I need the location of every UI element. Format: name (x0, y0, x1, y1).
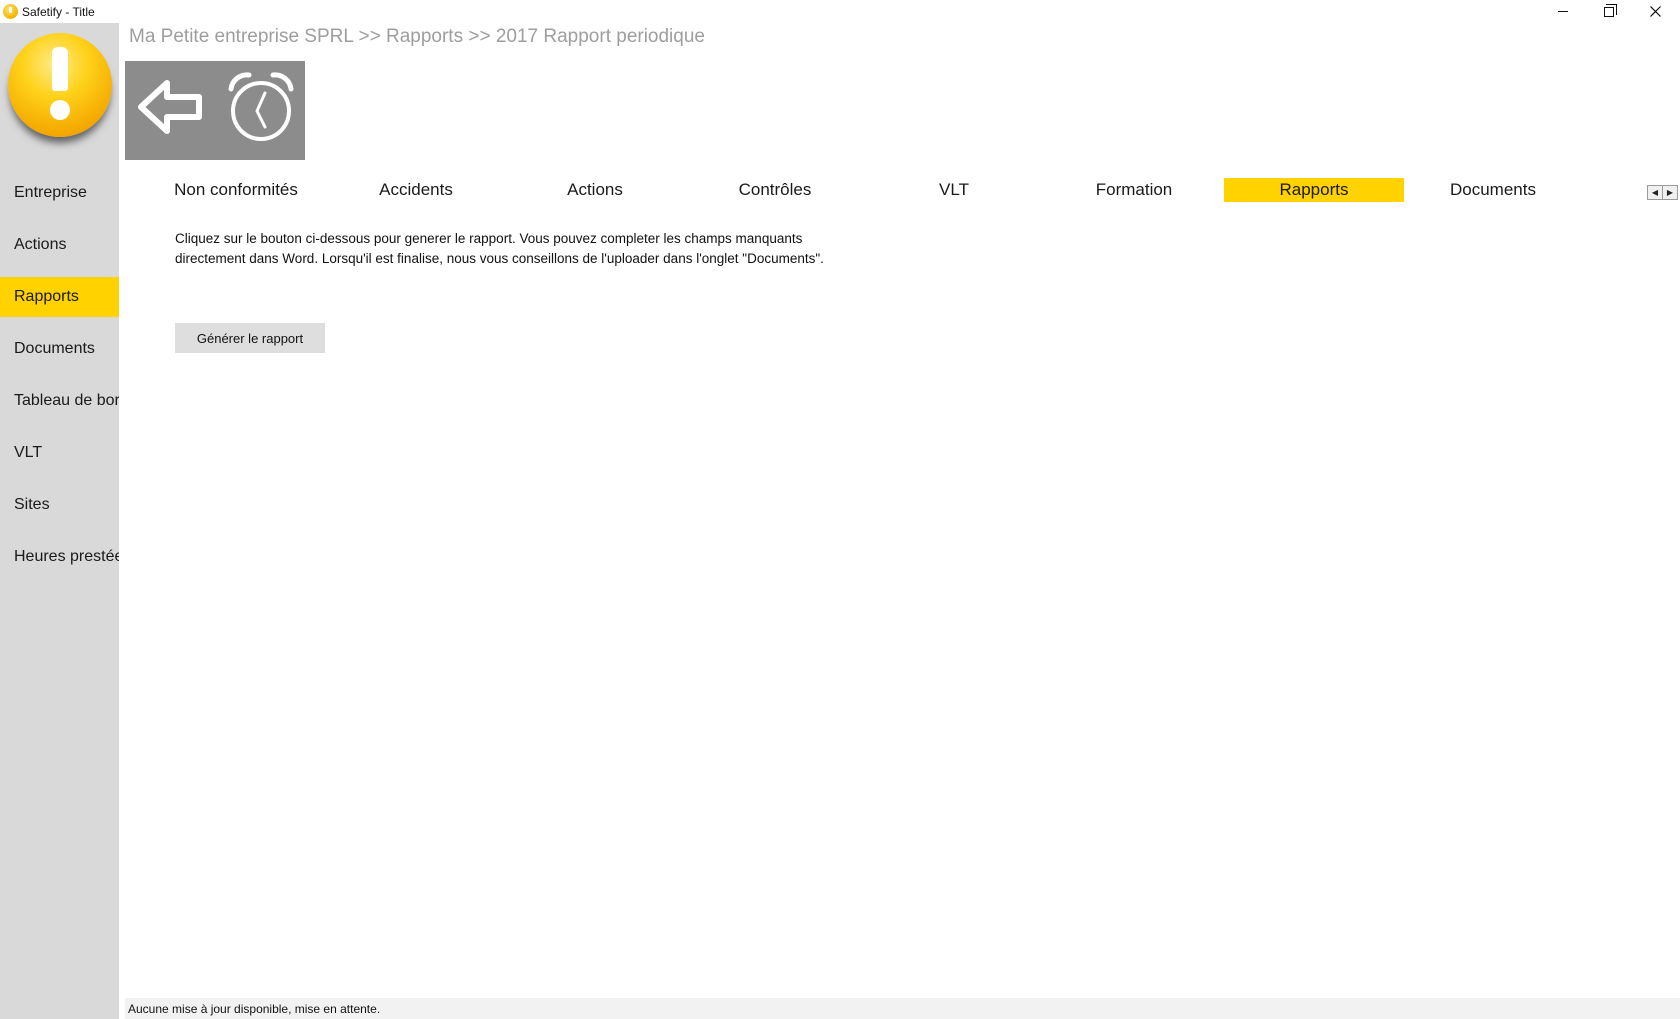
reminder-button[interactable] (221, 67, 301, 147)
tab-scroll-right-icon[interactable]: ▶ (1662, 186, 1677, 199)
alarm-clock-icon (228, 72, 294, 141)
close-button[interactable] (1632, 0, 1678, 23)
sidebar-item-label: Actions (14, 236, 67, 253)
title-bar: Safetify - Title (0, 0, 1680, 23)
sidebar-item-label: VLT (14, 444, 43, 461)
sidebar-item-tableau-de-bord[interactable]: Tableau de bord (0, 381, 119, 421)
tab-scroll-buttons: ◀ ▶ (1647, 185, 1678, 200)
sidebar-item-label: Sites (14, 496, 50, 513)
tab-label: VLT (939, 180, 969, 199)
status-text: Aucune mise à jour disponible, mise en a… (128, 1001, 381, 1016)
tab-vlt[interactable]: VLT (864, 178, 1044, 202)
restore-button[interactable] (1586, 0, 1632, 23)
sidebar: Entreprise Actions Rapports Documents Ta… (0, 23, 119, 1019)
tab-actions[interactable]: Actions (505, 178, 685, 202)
window-title: Safetify - Title (22, 5, 95, 19)
breadcrumb: Ma Petite entreprise SPRL >> Rapports >>… (129, 26, 705, 47)
instructions-line-1: Cliquez sur le bouton ci-dessous pour ge… (175, 231, 803, 246)
tab-non-conformites[interactable]: Non conformités (146, 178, 326, 202)
tab-label: Formation (1095, 180, 1173, 199)
tab-accidents[interactable]: Accidents (326, 178, 506, 202)
tab-label: Contrôles (738, 180, 812, 199)
sidebar-item-label: Entreprise (14, 184, 87, 201)
tab-label: Rapports (1279, 180, 1349, 199)
logo-dot (50, 100, 70, 120)
tab-rapports[interactable]: Rapports (1224, 178, 1404, 202)
status-bar: Aucune mise à jour disponible, mise en a… (125, 998, 1680, 1019)
back-arrow-icon (138, 80, 202, 134)
instructions-line-2: directement dans Word. Lorsqu'il est fin… (175, 250, 824, 266)
logo-bar (52, 47, 68, 91)
tab-label: Documents (1450, 180, 1536, 199)
tab-scroll-left-icon[interactable]: ◀ (1648, 186, 1662, 199)
sidebar-item-actions[interactable]: Actions (0, 225, 119, 265)
minimize-icon (1558, 11, 1568, 12)
sidebar-item-documents[interactable]: Documents (0, 329, 119, 369)
tab-documents[interactable]: Documents (1403, 178, 1583, 202)
sidebar-item-vlt[interactable]: VLT (0, 433, 119, 473)
exclamation-logo-icon (8, 33, 112, 137)
tab-label: Non conformités (174, 180, 298, 199)
sidebar-item-label: Rapports (14, 288, 79, 305)
tab-controles[interactable]: Contrôles (685, 178, 865, 202)
tab-label: Actions (567, 180, 623, 199)
close-icon (1649, 6, 1661, 17)
toolbar (125, 61, 305, 160)
sidebar-item-label: Heures prestées (14, 548, 119, 565)
sidebar-item-label: Documents (14, 340, 95, 357)
report-instructions: Cliquez sur le bouton ci-dessous pour ge… (175, 229, 875, 268)
sidebar-item-heures-prestees[interactable]: Heures prestées (0, 537, 119, 577)
app-icon (3, 4, 18, 19)
sidebar-item-sites[interactable]: Sites (0, 485, 119, 525)
restore-icon (1604, 3, 1617, 17)
tab-label: Accidents (379, 180, 453, 199)
tab-formation[interactable]: Formation (1044, 178, 1224, 202)
generate-report-button[interactable]: Générer le rapport (175, 323, 325, 353)
back-button[interactable] (133, 67, 213, 147)
sidebar-item-rapports[interactable]: Rapports (0, 277, 119, 317)
minimize-button[interactable] (1540, 0, 1586, 23)
sidebar-item-label: Tableau de bord (14, 392, 119, 409)
sidebar-item-entreprise[interactable]: Entreprise (0, 173, 119, 213)
